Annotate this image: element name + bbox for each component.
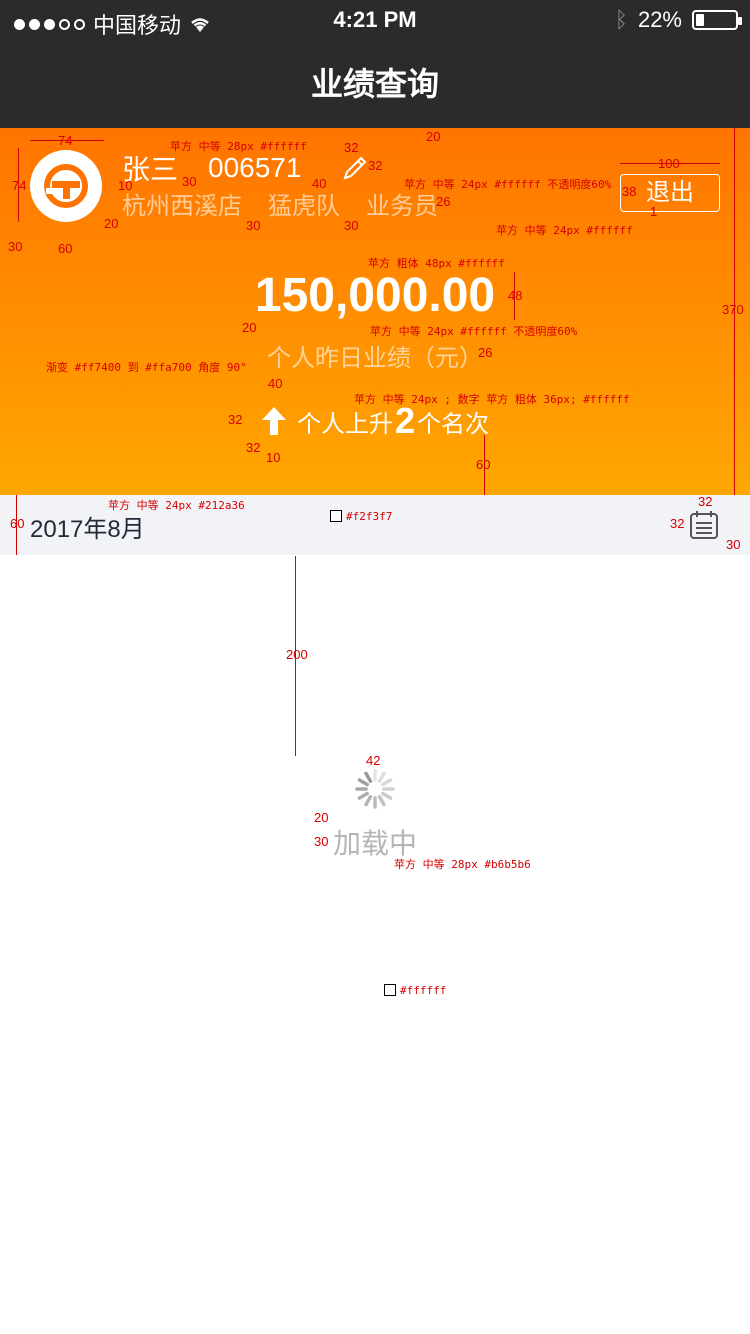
color-swatch — [330, 510, 342, 522]
dim-label: 40 — [268, 376, 283, 391]
guide-line — [620, 163, 720, 164]
dim-label: 30 — [726, 537, 741, 552]
arrow-up-icon — [261, 407, 286, 435]
guide-line — [30, 140, 104, 141]
dim-label: 26 — [436, 194, 451, 209]
dim-label: 30 — [182, 174, 197, 189]
dim-label: 10 — [118, 178, 133, 193]
dim-label: 10 — [266, 450, 281, 465]
avatar[interactable] — [30, 150, 102, 222]
guide-line — [16, 495, 17, 555]
dim-label: 30 — [246, 218, 261, 233]
dim-label: 20 — [314, 810, 329, 825]
dim-label: 32 — [228, 412, 243, 427]
spinner-tick — [357, 791, 369, 800]
spinner-tick — [364, 771, 373, 783]
annotation-page-bg: #ffffff — [400, 984, 447, 997]
dim-label: 20 — [104, 216, 119, 231]
user-id: 006571 — [208, 152, 302, 183]
dim-label: 32 — [246, 440, 261, 455]
loading-spinner-icon — [355, 769, 395, 809]
dim-label: 60 — [58, 241, 73, 256]
dim-label: 26 — [478, 345, 493, 360]
page-title: 业绩查询 — [310, 66, 439, 102]
dim-label: 1 — [650, 204, 658, 219]
battery-icon — [692, 10, 742, 30]
annotation-label-font: 苹方 中等 24px #ffffff 不透明度60% — [370, 325, 578, 338]
dim-label: 32 — [698, 494, 713, 509]
dim-label: 32 — [368, 158, 383, 173]
color-swatch — [384, 984, 396, 996]
dim-label: 42 — [366, 753, 381, 768]
annotation-loading-font: 苹方 中等 28px #b6b5b6 — [394, 858, 531, 871]
dim-label: 370 — [722, 302, 744, 317]
edit-icon[interactable] — [341, 154, 369, 182]
guide-line — [514, 272, 515, 320]
team-name: 猛虎队 — [268, 193, 340, 220]
rank-suffix: 个名次 — [417, 410, 490, 438]
performance-header: 张三 006571 杭州西溪店 猛虎队 业务员 退出 150,000.00 个人… — [0, 128, 750, 495]
battery-percent: 22% — [637, 7, 682, 32]
dim-label: 30 — [314, 834, 329, 849]
dim-label: 48 — [508, 288, 523, 303]
dim-label: 30 — [344, 218, 359, 233]
annotation-date-font: 苹方 中等 24px #212a36 — [108, 499, 245, 512]
rank-prefix: 个人上升 — [296, 410, 393, 438]
annotation-gradient: 渐变 #ff7400 到 #ffa700 角度 90° — [46, 361, 247, 374]
performance-amount: 150,000.00 — [254, 269, 496, 322]
dim-label: 30 — [8, 239, 23, 254]
guide-line — [484, 435, 485, 495]
spinner-tick — [381, 778, 393, 787]
nav-bar: 业绩查询 — [0, 40, 750, 128]
annotation-amount-font: 苹方 粗体 48px #ffffff — [368, 257, 505, 270]
spinner-tick — [377, 795, 386, 807]
dim-label: 20 — [426, 129, 441, 144]
dim-label: 20 — [242, 320, 257, 335]
dim-label: 200 — [286, 647, 308, 662]
spinner-tick — [357, 778, 369, 787]
dim-label: 60 — [10, 516, 25, 531]
guide-line — [734, 128, 735, 495]
spinner-tick — [364, 795, 373, 807]
spinner-tick — [381, 791, 393, 800]
annotation-info-font: 苹方 中等 24px #ffffff 不透明度60% — [404, 178, 612, 191]
selected-month[interactable]: 2017年8月 — [30, 509, 145, 544]
guide-line — [295, 556, 296, 756]
spinner-tick — [377, 771, 386, 783]
annotation-rank-font: 苹方 中等 24px ; 数字 苹方 粗体 36px; #ffffff — [354, 393, 630, 406]
dim-label: 32 — [344, 140, 359, 155]
dim-label: 32 — [670, 516, 685, 531]
bluetooth-icon: ᛒ — [614, 7, 628, 32]
guide-line — [18, 148, 19, 222]
dim-label: 40 — [312, 176, 327, 191]
store-name: 杭州西溪店 — [122, 193, 242, 220]
loading-text: 加载中 — [332, 828, 417, 859]
calendar-icon[interactable] — [688, 509, 720, 541]
annotation-logout-font: 苹方 中等 24px #ffffff — [496, 224, 633, 237]
brand-logo-icon — [44, 164, 88, 208]
status-bar: 中国移动 4:21 PM ᛒ 22% — [0, 0, 750, 40]
dim-label: 38 — [622, 184, 637, 199]
dim-label: 74 — [12, 178, 27, 193]
annotation-name-font: 苹方 中等 28px #ffffff — [170, 140, 307, 153]
annotation-date-bg: #f2f3f7 — [346, 510, 393, 523]
